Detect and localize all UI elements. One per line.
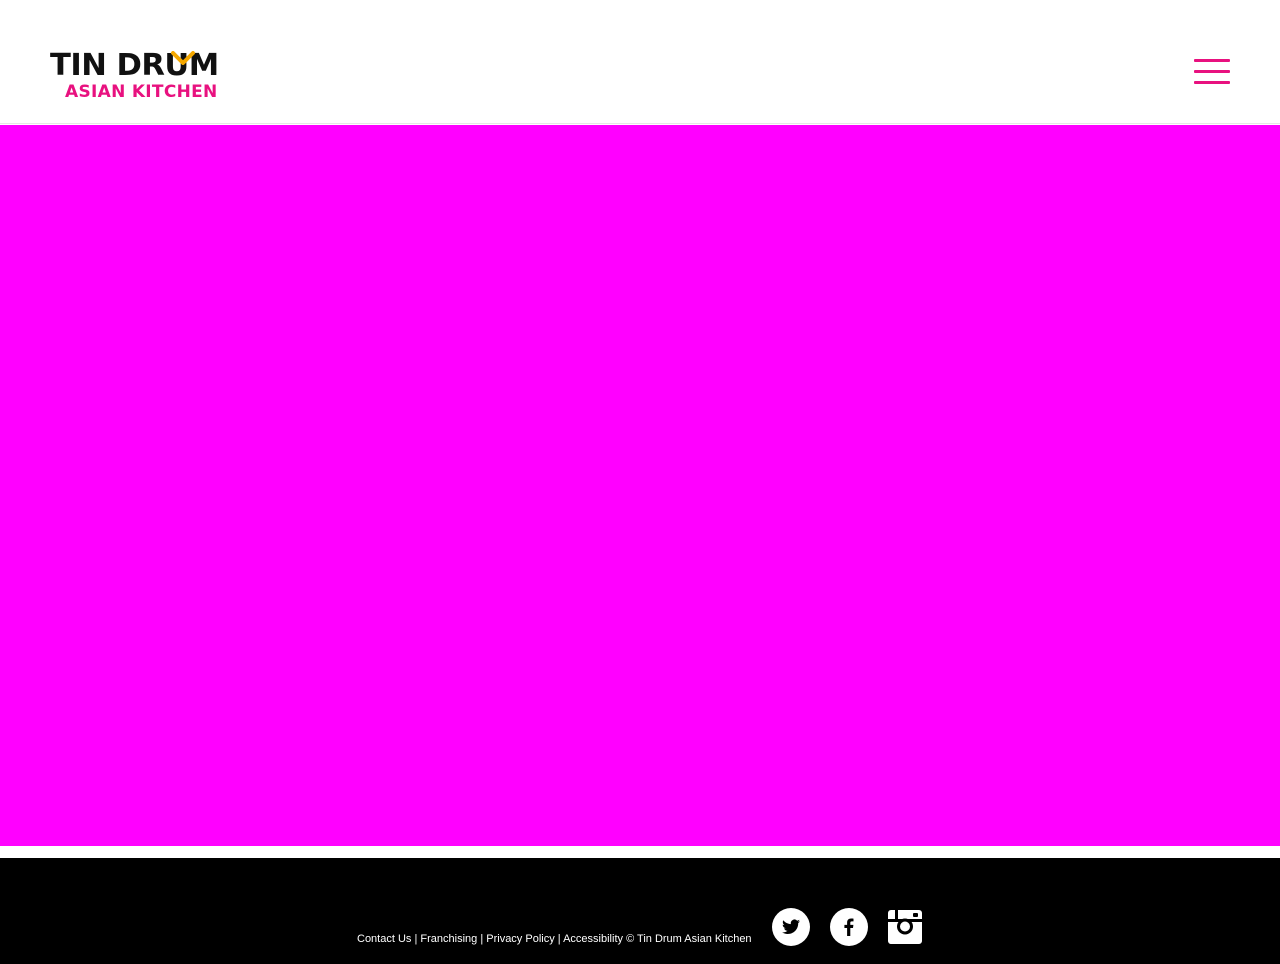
footer-links: Contact Us | Franchising | Privacy Polic… — [357, 932, 752, 946]
page: TIN DRUM ASIAN KITCHEN Contact Us | Fran… — [0, 0, 1280, 964]
hamburger-icon-bar — [1194, 81, 1230, 84]
instagram-icon — [888, 910, 922, 944]
site-footer: Contact Us | Franchising | Privacy Polic… — [0, 858, 1280, 964]
hero-banner — [0, 125, 1280, 846]
tin-drum-logo[interactable]: TIN DRUM ASIAN KITCHEN — [50, 50, 226, 103]
footer-link-accessibility[interactable]: Accessibility — [563, 933, 623, 945]
facebook-icon — [844, 918, 854, 936]
instagram-link[interactable] — [888, 910, 922, 944]
footer-copyright: © Tin Drum Asian Kitchen — [626, 933, 752, 945]
facebook-link[interactable] — [830, 908, 868, 946]
twitter-link[interactable] — [772, 908, 810, 946]
twitter-icon — [782, 919, 800, 934]
footer-link-franchising[interactable]: Franchising — [420, 933, 477, 945]
hamburger-icon-bar — [1194, 59, 1230, 62]
hamburger-menu-button[interactable] — [1194, 59, 1230, 85]
logo-wordmark-bottom: ASIAN KITCHEN — [65, 82, 218, 102]
footer-link-contact[interactable]: Contact Us — [357, 933, 411, 945]
footer-link-privacy[interactable]: Privacy Policy — [486, 933, 554, 945]
site-header: TIN DRUM ASIAN KITCHEN — [0, 0, 1280, 124]
hamburger-icon-bar — [1194, 70, 1230, 73]
logo-smile-icon — [171, 51, 195, 65]
